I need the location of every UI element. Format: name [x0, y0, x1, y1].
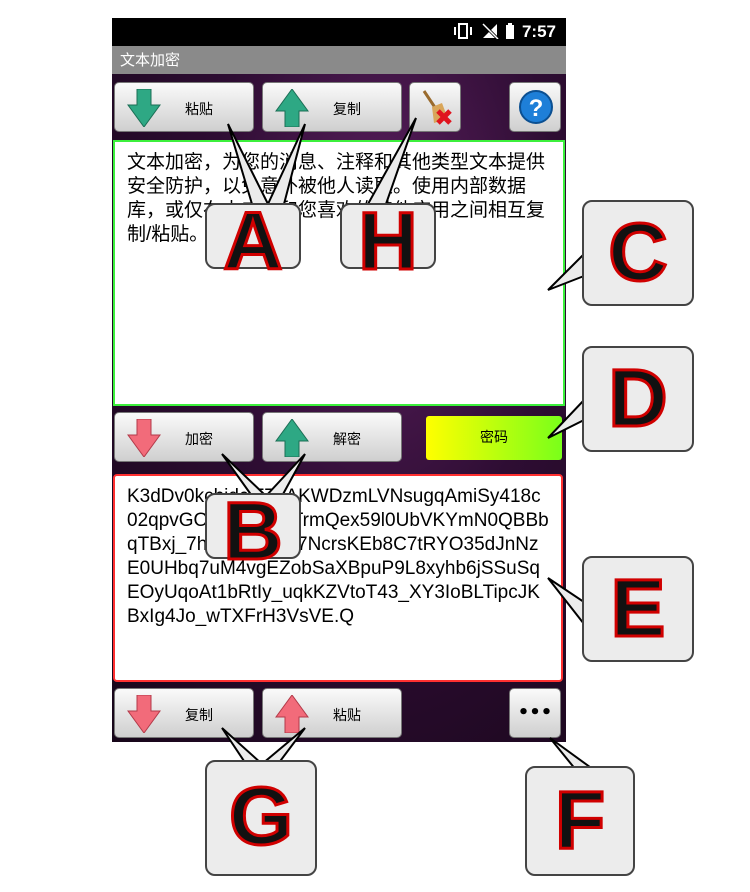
callout-c-label: C [607, 207, 669, 298]
status-bar: 7:57 [112, 18, 566, 46]
callout-f-label: F [553, 775, 606, 866]
copy-label: 复制 [333, 102, 361, 118]
copy-button[interactable]: 复制 [262, 82, 402, 132]
cipher-text-output[interactable]: K3dDv0kchidciF7bAKWDzmLVNsugqAmiSy418c02… [113, 474, 563, 682]
help-icon: ? [519, 90, 553, 124]
no-sim-icon [481, 23, 499, 39]
password-button[interactable]: 密码 [426, 416, 562, 460]
callout-b-label: B [222, 486, 284, 577]
arrow-down-red-icon [127, 695, 161, 733]
callout-e-label: E [609, 563, 667, 654]
cipher-text-content: K3dDv0kchidciF7bAKWDzmLVNsugqAmiSy418c02… [127, 486, 549, 627]
arrow-down-red-icon [127, 419, 161, 457]
decrypt-label: 解密 [333, 432, 361, 448]
callout-g-label: G [228, 771, 295, 862]
callout-e: E [582, 556, 694, 662]
broom-delete-icon [422, 90, 452, 125]
paste-output-label: 粘贴 [333, 708, 361, 724]
callout-a-label: A [222, 196, 284, 287]
battery-icon [506, 23, 514, 39]
paste-label: 粘贴 [185, 102, 213, 118]
copy-output-label: 复制 [185, 708, 213, 724]
copy-output-button[interactable]: 复制 [114, 688, 254, 738]
arrow-down-green-icon [127, 89, 161, 127]
paste-button[interactable]: 粘贴 [114, 82, 254, 132]
plain-text-content: 文本加密，为您的消息、注释和其他类型文本提供安全防护，以免意外被他人读取。使用内… [127, 152, 546, 245]
callout-g: G [205, 760, 317, 876]
plain-text-input[interactable]: 文本加密，为您的消息、注释和其他类型文本提供安全防护，以免意外被他人读取。使用内… [113, 140, 565, 406]
status-time: 7:57 [521, 22, 556, 41]
callout-h: H [340, 199, 436, 284]
callout-b: B [205, 489, 301, 574]
encrypt-label: 加密 [185, 432, 213, 448]
arrow-up-green-icon [275, 89, 309, 127]
encrypt-button[interactable]: 加密 [114, 412, 254, 462]
arrow-up-green-icon [275, 419, 309, 457]
callout-f: F [525, 766, 635, 876]
phone-screen: 7:57 文本加密 粘贴 复制 ? 文本加密，为您的消息、注释和其他类型文本提供… [112, 18, 566, 742]
callout-h-label: H [357, 196, 419, 287]
arrow-up-red-icon [275, 695, 309, 733]
paste-output-button[interactable]: 粘贴 [262, 688, 402, 738]
callout-d-label: D [607, 353, 669, 444]
app-title: 文本加密 [112, 46, 566, 74]
callout-d: D [582, 346, 694, 452]
clear-button[interactable] [409, 82, 461, 132]
more-dots-icon: ••• [517, 702, 553, 723]
help-button[interactable]: ? [509, 82, 561, 132]
callout-a: A [205, 199, 301, 284]
callout-c: C [582, 200, 694, 306]
more-button[interactable]: ••• [509, 688, 561, 738]
svg-text:?: ? [529, 95, 544, 122]
vibrate-icon [454, 23, 472, 39]
decrypt-button[interactable]: 解密 [262, 412, 402, 462]
